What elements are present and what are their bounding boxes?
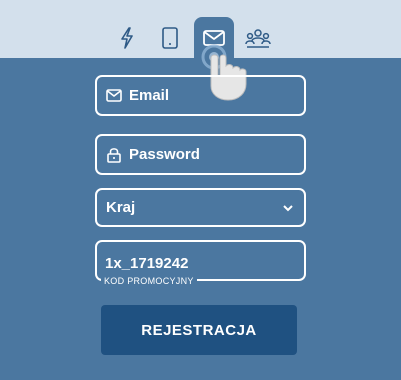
registration-method-tabs [0,0,401,58]
tab-email[interactable] [194,17,234,58]
country-label: Kraj [106,199,136,216]
envelope-icon [203,29,225,47]
envelope-icon [105,87,123,105]
lock-icon [105,146,123,164]
tab-quick[interactable] [107,18,147,58]
group-icon [245,28,271,48]
tab-phone[interactable] [150,18,190,58]
promo-code-field[interactable]: 1x_1719242 KOD PROMOCYJNY [95,240,306,286]
email-label: Email [129,87,170,104]
password-label: Password [129,146,200,163]
promo-code-value: 1x_1719242 [105,255,189,272]
register-button[interactable]: REJESTRACJA [101,305,297,355]
password-field[interactable]: Password [95,134,306,175]
tab-social[interactable] [238,18,278,58]
email-field[interactable]: Email [95,75,306,116]
lightning-icon [119,27,135,49]
promo-code-caption: KOD PROMOCYJNY [101,276,197,286]
country-select[interactable]: Kraj [95,188,306,227]
phone-icon [161,27,179,49]
chevron-down-icon [283,204,293,211]
